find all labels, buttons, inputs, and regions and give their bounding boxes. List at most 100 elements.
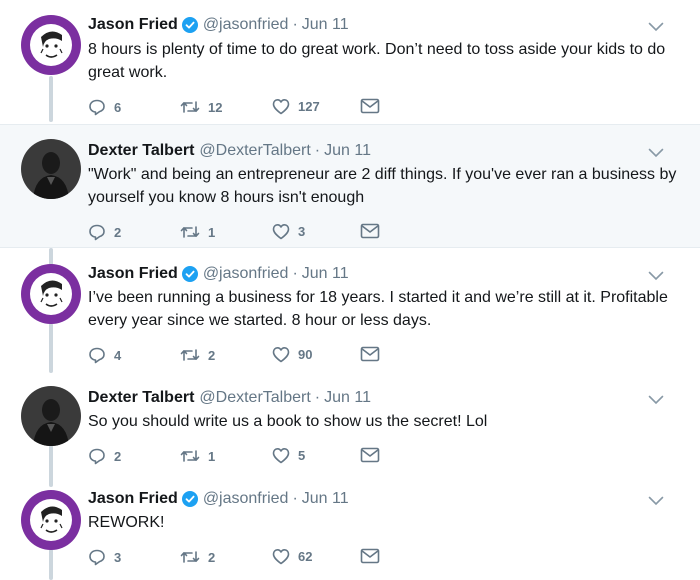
like-count: 3 <box>298 224 306 239</box>
direct-message-button[interactable] <box>360 447 380 463</box>
reply-button[interactable]: 2 <box>88 223 121 241</box>
author-handle[interactable]: @jasonfried <box>203 490 289 508</box>
tweet-date[interactable]: Jun 11 <box>302 16 349 34</box>
tweet[interactable]: Jason Fried @jasonfried · Jun 11 REWORK!… <box>0 484 700 580</box>
retweet-button[interactable]: 2 <box>180 548 215 566</box>
reply-icon <box>89 347 105 364</box>
avatar[interactable] <box>21 139 81 199</box>
verified-badge-icon <box>181 491 198 507</box>
verified-badge-icon <box>181 17 198 33</box>
reply-count: 3 <box>114 549 122 565</box>
reply-count: 2 <box>114 224 122 240</box>
author-handle[interactable]: @jasonfried <box>203 265 289 283</box>
tweet[interactable]: Dexter Talbert @DexterTalbert · Jun 11 S… <box>0 374 700 484</box>
like-button[interactable]: 127 <box>272 98 320 115</box>
retweet-count: 1 <box>208 448 216 464</box>
avatar[interactable] <box>21 386 81 446</box>
retweet-count: 2 <box>208 549 216 565</box>
tweet[interactable]: Dexter Talbert @DexterTalbert · Jun 11 "… <box>0 124 700 248</box>
separator: · <box>292 16 298 33</box>
separator: · <box>314 142 321 159</box>
author-handle[interactable]: @DexterTalbert <box>199 389 310 407</box>
avatar[interactable] <box>21 490 81 550</box>
heart-icon <box>272 224 290 240</box>
retweet-count: 1 <box>208 224 216 240</box>
retweet-button[interactable]: 1 <box>180 447 215 465</box>
like-button[interactable]: 90 <box>272 346 312 363</box>
reply-icon <box>89 448 105 465</box>
envelope-icon <box>360 447 380 463</box>
reply-button[interactable]: 4 <box>88 346 121 364</box>
retweet-count: 2 <box>208 347 216 363</box>
retweet-button[interactable]: 1 <box>180 223 215 241</box>
direct-message-button[interactable] <box>360 548 380 564</box>
separator: · <box>292 490 298 507</box>
chevron-down-icon[interactable] <box>648 22 664 32</box>
tweet-date[interactable]: Jun 11 <box>324 389 371 407</box>
reply-count: 6 <box>114 99 122 115</box>
retweet-button[interactable]: 2 <box>180 346 215 364</box>
reply-icon <box>89 99 105 116</box>
like-button[interactable]: 3 <box>272 223 305 240</box>
direct-message-button[interactable] <box>360 98 380 114</box>
separator: · <box>292 265 298 282</box>
retweet-icon <box>180 226 200 238</box>
tweet[interactable]: Jason Fried @jasonfried · Jun 11 I’ve be… <box>0 248 700 374</box>
tweet-actions: 3 2 62 <box>88 548 408 568</box>
tweet-text: 8 hours is plenty of time to do great wo… <box>88 41 666 81</box>
like-count: 5 <box>298 448 306 463</box>
tweet-date[interactable]: Jun 11 <box>302 490 349 508</box>
tweet-actions: 6 12 127 <box>88 98 408 118</box>
direct-message-button[interactable] <box>360 223 380 239</box>
tweet-date[interactable]: Jun 11 <box>324 142 371 160</box>
like-count: 90 <box>298 347 313 362</box>
author-name[interactable]: Jason Fried <box>88 490 178 508</box>
reply-count: 4 <box>114 347 122 363</box>
like-button[interactable]: 62 <box>272 548 312 565</box>
retweet-icon <box>180 349 200 361</box>
envelope-icon <box>360 346 380 362</box>
retweet-count: 12 <box>208 99 223 115</box>
verified-badge-icon <box>181 266 198 282</box>
like-count: 62 <box>298 549 313 564</box>
heart-icon <box>272 448 290 464</box>
conversation-thread: Jason Fried @jasonfried · Jun 11 8 hours… <box>0 0 700 580</box>
tweet-text: So you should write us a book to show us… <box>88 413 488 430</box>
tweet-actions: 2 1 5 <box>88 447 408 467</box>
heart-icon <box>272 347 290 363</box>
author-name[interactable]: Dexter Talbert <box>88 389 194 407</box>
tweet-actions: 2 1 3 <box>88 223 408 243</box>
envelope-icon <box>360 548 380 564</box>
reply-count: 2 <box>114 448 122 464</box>
tweet-date[interactable]: Jun 11 <box>302 265 349 283</box>
direct-message-button[interactable] <box>360 346 380 362</box>
chevron-down-icon[interactable] <box>648 496 664 506</box>
avatar[interactable] <box>21 15 81 75</box>
author-name[interactable]: Jason Fried <box>88 16 178 34</box>
reply-icon <box>89 224 105 241</box>
author-name[interactable]: Dexter Talbert <box>88 142 194 160</box>
tweet[interactable]: Jason Fried @jasonfried · Jun 11 8 hours… <box>0 0 700 124</box>
chevron-down-icon[interactable] <box>648 395 664 405</box>
like-count: 127 <box>298 99 320 114</box>
tweet-actions: 4 2 90 <box>88 346 408 366</box>
envelope-icon <box>360 98 380 114</box>
author-name[interactable]: Jason Fried <box>88 265 178 283</box>
chevron-down-icon[interactable] <box>648 271 664 281</box>
retweet-button[interactable]: 12 <box>180 98 222 116</box>
separator: · <box>314 389 321 406</box>
retweet-icon <box>180 551 200 563</box>
like-button[interactable]: 5 <box>272 447 305 464</box>
author-handle[interactable]: @jasonfried <box>203 16 289 34</box>
chevron-down-icon[interactable] <box>648 148 664 158</box>
tweet-text: REWORK! <box>88 514 165 531</box>
reply-button[interactable]: 6 <box>88 98 121 116</box>
avatar[interactable] <box>21 264 81 324</box>
heart-icon <box>272 99 290 115</box>
tweet-text: I’ve been running a business for 18 year… <box>88 289 668 329</box>
reply-button[interactable]: 3 <box>88 548 121 566</box>
retweet-icon <box>180 450 200 462</box>
reply-button[interactable]: 2 <box>88 447 121 465</box>
author-handle[interactable]: @DexterTalbert <box>199 142 310 160</box>
tweet-text: "Work" and being an entrepreneur are 2 d… <box>88 166 677 206</box>
